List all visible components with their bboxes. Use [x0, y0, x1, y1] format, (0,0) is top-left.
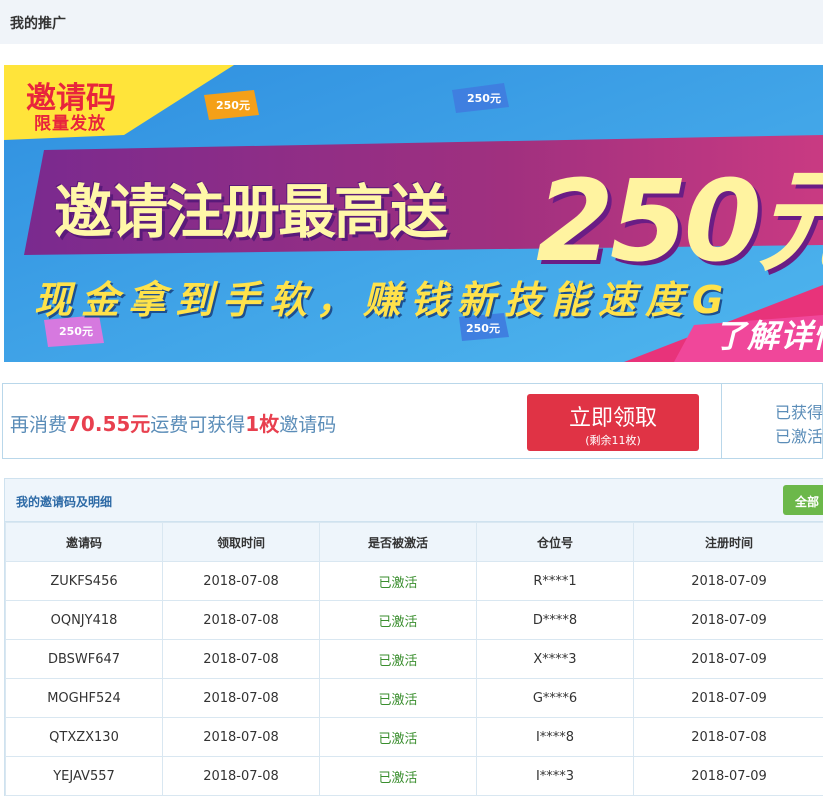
cell-code: QTXZX130 — [5, 717, 163, 757]
invite-banner[interactable]: 邀请码 限量发放 邀请注册最高送 250元 现金拿到手软，赚钱新技能速度G 了解… — [4, 65, 823, 362]
cell-slot: X****3 — [476, 639, 634, 679]
cell-slot: I****3 — [476, 756, 634, 796]
offer-message: 再消费70.55元运费可获得1枚邀请码 — [10, 408, 336, 437]
banner-headline: 邀请注册最高送 — [54, 178, 448, 246]
banner-tag: 250元 — [216, 99, 250, 112]
offer-prefix: 再消费 — [10, 414, 68, 436]
cell-slot: G****6 — [476, 678, 634, 718]
col-header-claim-time: 领取时间 — [162, 522, 320, 562]
invite-codes-table: 邀请码 领取时间 是否被激活 仓位号 注册时间 ZUKFS456 2018-07… — [5, 522, 823, 796]
banner-tag: 250元 — [466, 322, 500, 335]
cell-register-time: 2018-07-09 — [633, 600, 823, 640]
cell-register-time: 2018-07-09 — [633, 639, 823, 679]
table-row: YEJAV557 2018-07-08 已激活 I****3 2018-07-0… — [5, 756, 823, 796]
col-header-code: 邀请码 — [5, 522, 163, 562]
claim-button[interactable]: 立即领取 (剩余11枚) — [527, 394, 699, 451]
claim-remaining: (剩余11枚) — [585, 434, 641, 447]
banner-subline: 现金拿到手软，赚钱新技能速度G — [34, 278, 733, 322]
filter-all-label: 全部 — [795, 495, 820, 509]
offer-count: 1枚 — [245, 412, 280, 436]
table-row: ZUKFS456 2018-07-08 已激活 R****1 2018-07-0… — [5, 561, 823, 601]
invite-codes-panel: 我的邀请码及明细 全部 邀请码 领取时间 是否被激活 仓位号 注册时间 ZUKF… — [4, 478, 823, 796]
claim-button-label: 立即领取 — [568, 406, 657, 431]
page-header: 我的推广 — [0, 0, 823, 44]
cell-claim-time: 2018-07-08 — [162, 600, 320, 640]
cell-slot: R****1 — [476, 561, 634, 601]
cell-code: MOGHF524 — [5, 678, 163, 718]
table-header-row: 邀请码 领取时间 是否被激活 仓位号 注册时间 — [5, 522, 823, 562]
offer-middle: 运费可获得 — [150, 414, 246, 436]
cell-status: 已激活 — [319, 600, 477, 640]
cell-register-time: 2018-07-09 — [633, 756, 823, 796]
cell-slot: I****8 — [476, 717, 634, 757]
cell-claim-time: 2018-07-08 — [162, 756, 320, 796]
offer-amount: 70.55元 — [67, 412, 151, 436]
banner-more-link[interactable]: 了解详情 — [714, 311, 823, 357]
cell-status: 已激活 — [319, 678, 477, 718]
cell-register-time: 2018-07-09 — [633, 678, 823, 718]
panel-title: 我的邀请码及明细 — [16, 495, 113, 509]
cell-status: 已激活 — [319, 639, 477, 679]
cell-status: 已激活 — [319, 756, 477, 796]
cell-register-time: 2018-07-08 — [633, 717, 823, 757]
panel-header: 我的邀请码及明细 全部 — [5, 479, 823, 522]
cell-code: ZUKFS456 — [5, 561, 163, 601]
cell-code: DBSWF647 — [5, 639, 163, 679]
banner-tag: 250元 — [59, 325, 93, 338]
col-header-slot: 仓位号 — [476, 522, 634, 562]
banner-tag: 250元 — [467, 92, 501, 105]
divider — [721, 384, 722, 458]
table-row: DBSWF647 2018-07-08 已激活 X****3 2018-07-0… — [5, 639, 823, 679]
cell-status: 已激活 — [319, 717, 477, 757]
cell-claim-time: 2018-07-08 — [162, 678, 320, 718]
table-row: MOGHF524 2018-07-08 已激活 G****6 2018-07-0… — [5, 678, 823, 718]
page-title: 我的推广 — [10, 16, 66, 32]
cell-status: 已激活 — [319, 561, 477, 601]
cell-claim-time: 2018-07-08 — [162, 561, 320, 601]
col-header-activated: 是否被激活 — [319, 522, 477, 562]
table-row: QTXZX130 2018-07-08 已激活 I****8 2018-07-0… — [5, 717, 823, 757]
banner-badge-subtitle: 限量发放 — [34, 114, 106, 134]
stat-activated: 已激活 — [775, 427, 823, 446]
cell-register-time: 2018-07-09 — [633, 561, 823, 601]
table-row: OQNJY418 2018-07-08 已激活 D****8 2018-07-0… — [5, 600, 823, 640]
cell-claim-time: 2018-07-08 — [162, 717, 320, 757]
offer-suffix: 邀请码 — [279, 414, 337, 436]
cell-code: YEJAV557 — [5, 756, 163, 796]
stat-obtained: 已获得 — [775, 403, 823, 422]
cell-claim-time: 2018-07-08 — [162, 639, 320, 679]
cell-slot: D****8 — [476, 600, 634, 640]
cell-code: OQNJY418 — [5, 600, 163, 640]
col-header-register-time: 注册时间 — [633, 522, 823, 562]
filter-all-button[interactable]: 全部 — [783, 485, 823, 515]
invite-offer-bar: 再消费70.55元运费可获得1枚邀请码 立即领取 (剩余11枚) 已获得 已激活 — [2, 383, 823, 459]
